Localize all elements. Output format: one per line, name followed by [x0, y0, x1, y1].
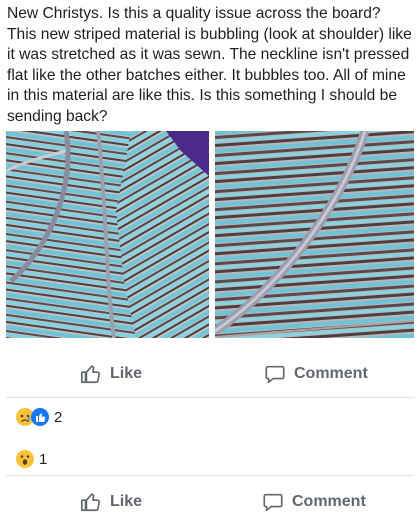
divider	[6, 397, 414, 398]
photo-neckline[interactable]	[215, 131, 414, 338]
like-label: Like	[110, 493, 143, 510]
comment-button[interactable]: Comment	[264, 354, 368, 394]
like-reaction-icon	[31, 408, 49, 426]
reaction-count: 1	[39, 450, 48, 468]
comment-icon	[263, 493, 283, 512]
striped-shirt-shoulder-photo	[6, 131, 209, 338]
comment-label: Comment	[292, 493, 366, 510]
comment-icon	[265, 365, 285, 384]
divider	[6, 475, 414, 476]
like-label: Like	[110, 365, 143, 382]
post-text: New Christys. Is this a quality issue ac…	[7, 5, 412, 125]
reaction-summary-2[interactable]: 1	[16, 448, 47, 470]
striped-shirt-neckline-photo	[215, 131, 414, 338]
reaction-summary-1[interactable]: 2	[16, 406, 62, 428]
comment-button[interactable]: Comment	[262, 482, 366, 522]
action-bar-bottom: Like Comment	[0, 482, 420, 522]
wow-reaction-icon	[16, 450, 34, 468]
comment-label: Comment	[294, 365, 368, 382]
thumbs-up-icon	[81, 493, 100, 512]
photo-shoulder[interactable]	[6, 131, 209, 338]
photo-grid	[6, 131, 414, 338]
action-bar-top: Like Comment	[0, 354, 420, 394]
like-button[interactable]: Like	[80, 482, 142, 522]
like-button[interactable]: Like	[80, 354, 142, 394]
reaction-count: 2	[54, 408, 63, 426]
thumbs-up-icon	[81, 365, 100, 384]
